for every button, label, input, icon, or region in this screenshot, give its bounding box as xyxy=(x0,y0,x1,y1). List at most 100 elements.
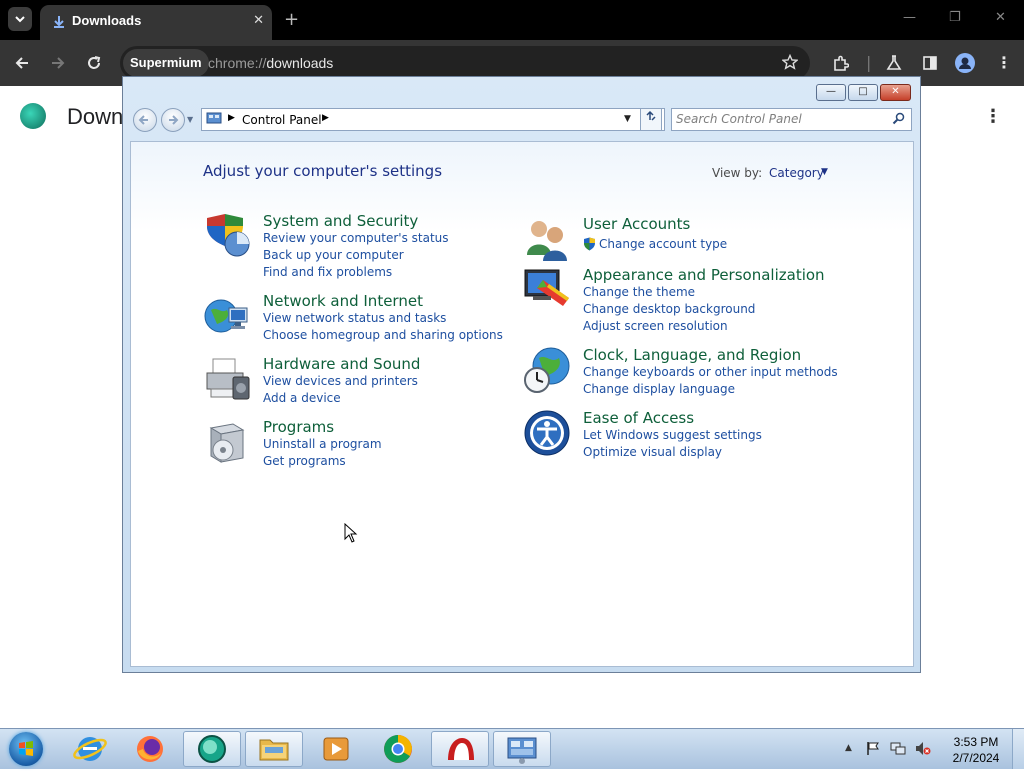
category-link[interactable]: Change the theme xyxy=(583,285,695,299)
volume-muted-icon[interactable] xyxy=(915,741,931,760)
category-link[interactable]: Optimize visual display xyxy=(583,445,722,459)
cp-search-box[interactable] xyxy=(671,108,912,131)
uac-shield-icon xyxy=(583,237,596,254)
back-button[interactable] xyxy=(133,108,157,132)
taskbar-control-panel[interactable] xyxy=(493,731,551,767)
category-link[interactable]: Change account type xyxy=(599,237,727,251)
taskbar-media-player[interactable] xyxy=(307,731,365,767)
taskbar-firefox[interactable] xyxy=(121,731,179,767)
back-arrow-icon xyxy=(138,115,148,125)
category-link[interactable]: Uninstall a program xyxy=(263,437,382,451)
supermium-logo xyxy=(20,103,46,129)
taskbar: ▲ 3:53 PM 2/7/2024 xyxy=(0,728,1024,769)
chevron-down-icon[interactable]: ▼ xyxy=(821,167,828,177)
minimize-button[interactable]: — xyxy=(903,10,916,25)
taskbar-file-explorer[interactable] xyxy=(245,731,303,767)
mouse-cursor-icon xyxy=(344,523,358,543)
download-icon xyxy=(52,14,66,33)
system-clock[interactable]: 3:53 PM 2/7/2024 xyxy=(950,734,1002,766)
breadcrumb-arrow-icon[interactable]: ▶ xyxy=(322,113,329,123)
site-chip[interactable]: Supermium xyxy=(123,49,209,77)
cp-minimize-button[interactable]: — xyxy=(816,84,846,101)
tab-close-icon[interactable]: ✕ xyxy=(253,13,264,28)
firefox-icon xyxy=(137,736,163,762)
category-link[interactable]: Add a device xyxy=(263,391,341,405)
tray-expand-icon[interactable]: ▲ xyxy=(845,743,852,753)
toolbar-divider: | xyxy=(866,53,872,72)
category-link[interactable]: View network status and tasks xyxy=(263,311,446,325)
profile-avatar-icon[interactable] xyxy=(955,53,975,76)
view-by-dropdown[interactable]: Category xyxy=(769,166,824,180)
labs-flask-icon[interactable] xyxy=(886,55,902,74)
chevron-down-icon xyxy=(15,16,25,23)
category-link[interactable]: Change desktop background xyxy=(583,302,755,316)
category-title[interactable]: Network and Internet xyxy=(263,292,423,310)
show-desktop-button[interactable] xyxy=(1012,729,1024,769)
category-link[interactable]: Change keyboards or other input methods xyxy=(583,365,838,379)
category-title[interactable]: System and Security xyxy=(263,212,418,230)
page-title: Adjust your computer's settings xyxy=(203,162,443,180)
refresh-button[interactable] xyxy=(640,108,662,131)
start-button[interactable] xyxy=(9,732,43,766)
monitor-palette-icon xyxy=(524,269,569,306)
category-title[interactable]: Programs xyxy=(263,418,334,436)
url-text[interactable]: chrome://downloads xyxy=(208,55,333,71)
forward-button[interactable] xyxy=(161,108,185,132)
shield-icon xyxy=(207,214,250,257)
clock-globe-icon xyxy=(524,347,570,393)
page-menu-icon[interactable]: ⋮ xyxy=(984,106,1002,127)
search-input[interactable] xyxy=(676,111,882,127)
control-panel-small-icon xyxy=(206,112,222,124)
category-link[interactable]: Find and fix problems xyxy=(263,265,392,279)
app-icon xyxy=(448,738,474,760)
taskbar-app[interactable] xyxy=(431,731,489,767)
close-button[interactable]: ✕ xyxy=(995,10,1006,25)
category-title[interactable]: User Accounts xyxy=(583,215,690,233)
bookmark-star-icon[interactable] xyxy=(781,53,799,74)
network-globe-icon xyxy=(204,299,248,333)
recent-pages-caret-icon[interactable]: ▼ xyxy=(187,115,193,124)
tab-title: Downloads xyxy=(72,13,142,28)
category-title[interactable]: Appearance and Personalization xyxy=(583,266,825,284)
users-icon xyxy=(527,221,567,261)
network-icon[interactable] xyxy=(890,741,906,760)
address-bar[interactable]: Supermium chrome://downloads xyxy=(120,46,810,80)
category-title[interactable]: Clock, Language, and Region xyxy=(583,346,801,364)
windows-logo-icon xyxy=(19,741,33,756)
category-link[interactable]: Get programs xyxy=(263,454,346,468)
breadcrumb-control-panel[interactable]: Control Panel xyxy=(242,113,322,127)
side-panel-icon[interactable] xyxy=(922,55,938,74)
tab-downloads[interactable]: Downloads ✕ xyxy=(40,5,272,40)
action-center-flag-icon[interactable] xyxy=(866,741,881,760)
breadcrumb-arrow-icon[interactable]: ▶ xyxy=(228,113,235,123)
back-icon[interactable] xyxy=(14,55,30,74)
ease-of-access-icon xyxy=(524,410,570,456)
refresh-icon xyxy=(646,110,656,121)
reload-icon[interactable] xyxy=(86,55,102,74)
address-dropdown-icon[interactable]: ▼ xyxy=(624,114,631,124)
search-icon[interactable] xyxy=(892,112,905,128)
cp-address-bar[interactable]: ▶ Control Panel ▶ ▼ xyxy=(201,108,665,131)
category-title[interactable]: Hardware and Sound xyxy=(263,355,420,373)
category-title[interactable]: Ease of Access xyxy=(583,409,694,427)
cp-maximize-button[interactable]: □ xyxy=(848,84,878,101)
cp-close-button[interactable]: ✕ xyxy=(880,84,911,101)
new-tab-button[interactable]: + xyxy=(284,9,299,30)
category-link[interactable]: Adjust screen resolution xyxy=(583,319,728,333)
restore-button[interactable]: ❐ xyxy=(949,10,961,25)
forward-arrow-icon xyxy=(169,115,179,125)
browser-menu-icon[interactable]: ⋮ xyxy=(996,55,1012,71)
taskbar-internet-explorer[interactable] xyxy=(61,731,119,767)
category-link[interactable]: View devices and printers xyxy=(263,374,418,388)
category-link[interactable]: Change display language xyxy=(583,382,735,396)
category-link[interactable]: Choose homegroup and sharing options xyxy=(263,328,503,342)
taskbar-supermium[interactable] xyxy=(183,731,241,767)
forward-icon[interactable] xyxy=(50,55,66,74)
tab-search-button[interactable] xyxy=(8,7,32,31)
extensions-icon[interactable] xyxy=(832,55,850,75)
category-link[interactable]: Let Windows suggest settings xyxy=(583,428,762,442)
view-by-label: View by: xyxy=(712,166,763,180)
category-link[interactable]: Back up your computer xyxy=(263,248,404,262)
category-link[interactable]: Review your computer's status xyxy=(263,231,449,245)
taskbar-chrome[interactable] xyxy=(369,731,427,767)
